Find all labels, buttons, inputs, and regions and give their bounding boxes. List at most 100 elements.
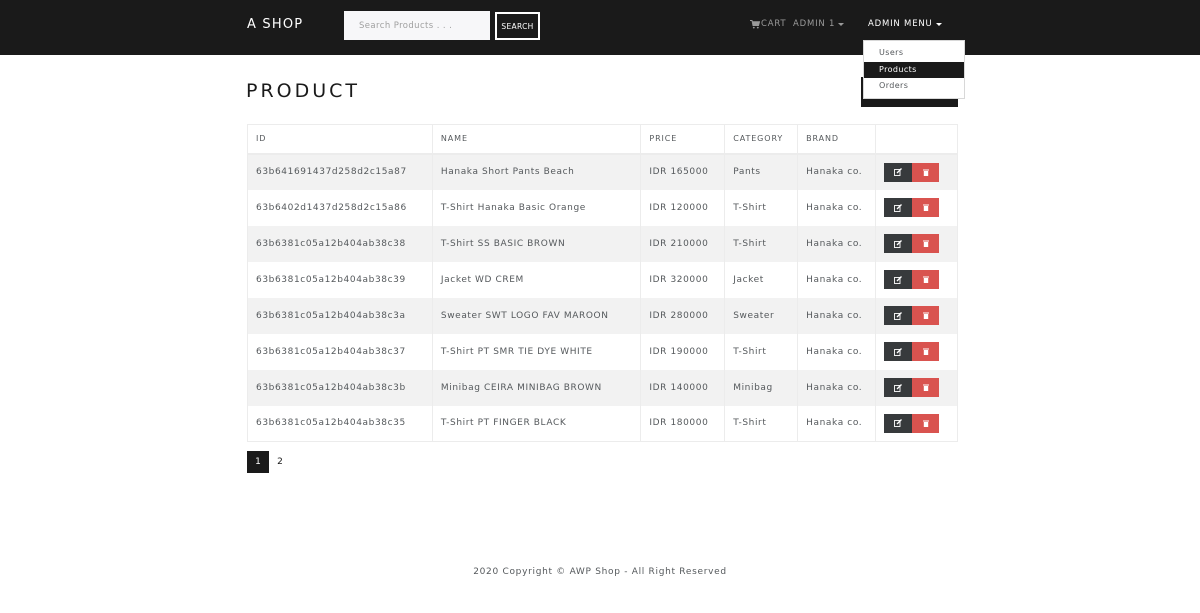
admin-dropdown-menu: Users Products Orders [863, 40, 965, 99]
nav-admin-dropdown[interactable]: ADMIN 1 [793, 19, 845, 29]
trash-icon [922, 240, 929, 247]
edit-button[interactable] [884, 198, 913, 217]
table-row: 63b6381c05a12b404ab38c37 T-Shirt PT SMR … [247, 333, 958, 370]
nav-admin-menu-label: ADMIN MENU [868, 19, 933, 29]
header-category: CATEGORY [724, 124, 799, 155]
cell-price: IDR 320000 [640, 261, 726, 298]
header-name: NAME [431, 124, 642, 155]
cell-price: IDR 180000 [640, 405, 726, 442]
cell-actions [875, 189, 958, 226]
cell-price: IDR 140000 [640, 369, 726, 406]
dropdown-item-orders[interactable]: Orders [864, 78, 964, 95]
shopping-cart-icon [750, 19, 760, 28]
nav-admin-label: ADMIN 1 [793, 19, 836, 29]
edit-icon [894, 383, 902, 392]
edit-button[interactable] [884, 234, 913, 253]
cell-name: Sweater SWT LOGO FAV MAROON [431, 297, 642, 334]
edit-icon [894, 419, 902, 428]
edit-button[interactable] [884, 162, 913, 182]
delete-button[interactable] [912, 198, 940, 217]
table-row: 63b6381c05a12b404ab38c38 T-Shirt SS BASI… [247, 225, 958, 262]
cell-brand: Hanaka co. [797, 225, 877, 262]
caret-down-icon [935, 22, 942, 26]
navbar: A SHOP SEARCH CART ADMIN 1 ADMIN MENU [0, 0, 1200, 55]
delete-button[interactable] [912, 234, 940, 253]
cell-id: 63b6381c05a12b404ab38c37 [247, 333, 433, 370]
search-input[interactable] [344, 11, 490, 40]
cell-actions [875, 261, 958, 298]
cell-actions [875, 297, 958, 334]
page-title: PRODUCT [246, 80, 361, 102]
cell-brand: Hanaka co. [797, 297, 877, 334]
edit-button[interactable] [884, 306, 913, 325]
edit-button[interactable] [884, 378, 913, 397]
header-brand: BRAND [797, 124, 877, 155]
delete-button[interactable] [912, 378, 940, 397]
cell-price: IDR 210000 [640, 225, 726, 262]
delete-button[interactable] [912, 162, 940, 182]
edit-button[interactable] [884, 413, 913, 433]
cell-actions [875, 153, 958, 190]
delete-button[interactable] [912, 413, 940, 433]
cell-brand: Hanaka co. [797, 261, 877, 298]
table-row: 63b6381c05a12b404ab38c35 T-Shirt PT FING… [247, 405, 958, 442]
cell-id: 63b6381c05a12b404ab38c39 [247, 261, 433, 298]
trash-icon [922, 169, 929, 176]
edit-button[interactable] [884, 342, 913, 361]
cell-category: Minibag [724, 369, 799, 406]
cell-id: 63b6402d1437d258d2c15a86 [247, 189, 433, 226]
pagination: 1 2 [247, 451, 291, 473]
cell-brand: Hanaka co. [797, 189, 877, 226]
delete-button[interactable] [912, 306, 940, 325]
table-row: 63b6381c05a12b404ab38c3a Sweater SWT LOG… [247, 297, 958, 334]
delete-button[interactable] [912, 270, 940, 289]
products-table: ID NAME PRICE CATEGORY BRAND 63b64169143… [247, 124, 958, 442]
cell-category: Jacket [724, 261, 799, 298]
trash-icon [922, 276, 929, 283]
header-id: ID [247, 124, 433, 155]
cell-brand: Hanaka co. [797, 153, 877, 190]
caret-down-icon [838, 22, 845, 26]
cell-brand: Hanaka co. [797, 333, 877, 370]
cell-category: Pants [724, 153, 799, 190]
cell-brand: Hanaka co. [797, 405, 877, 442]
cell-category: T-Shirt [724, 189, 799, 226]
cell-name: T-Shirt Hanaka Basic Orange [431, 189, 642, 226]
delete-button[interactable] [912, 342, 940, 361]
edit-icon [894, 275, 902, 284]
trash-icon [922, 348, 929, 355]
edit-button[interactable] [884, 270, 913, 289]
page-link-1[interactable]: 1 [247, 451, 269, 473]
cell-price: IDR 120000 [640, 189, 726, 226]
cell-id: 63b6381c05a12b404ab38c35 [247, 405, 433, 442]
nav-cart-link[interactable]: CART [750, 19, 786, 29]
cell-category: T-Shirt [724, 225, 799, 262]
cell-actions [875, 405, 958, 442]
cell-id: 63b6381c05a12b404ab38c3a [247, 297, 433, 334]
dropdown-item-users[interactable]: Users [864, 45, 964, 62]
edit-icon [894, 239, 902, 248]
trash-icon [922, 312, 929, 319]
table-row: 63b6381c05a12b404ab38c39 Jacket WD CREM … [247, 261, 958, 298]
trash-icon [922, 204, 929, 211]
search-button[interactable]: SEARCH [495, 12, 540, 40]
cell-brand: Hanaka co. [797, 369, 877, 406]
trash-icon [922, 384, 929, 391]
cell-price: IDR 280000 [640, 297, 726, 334]
edit-icon [894, 311, 902, 320]
dropdown-item-products[interactable]: Products [864, 61, 964, 78]
cell-name: Minibag CEIRA MINIBAG BROWN [431, 369, 642, 406]
nav-admin-menu-dropdown[interactable]: ADMIN MENU [868, 19, 942, 29]
cell-price: IDR 190000 [640, 333, 726, 370]
cell-name: T-Shirt PT SMR TIE DYE WHITE [431, 333, 642, 370]
cell-name: Jacket WD CREM [431, 261, 642, 298]
table-header-row: ID NAME PRICE CATEGORY BRAND [247, 124, 958, 155]
cell-category: T-Shirt [724, 333, 799, 370]
page-link-2[interactable]: 2 [269, 451, 291, 473]
cell-actions [875, 225, 958, 262]
edit-icon [894, 347, 902, 356]
brand-logo[interactable]: A SHOP [247, 17, 303, 32]
table-row: 63b641691437d258d2c15a87 Hanaka Short Pa… [247, 153, 958, 190]
table-row: 63b6381c05a12b404ab38c3b Minibag CEIRA M… [247, 369, 958, 406]
edit-icon [894, 168, 902, 176]
